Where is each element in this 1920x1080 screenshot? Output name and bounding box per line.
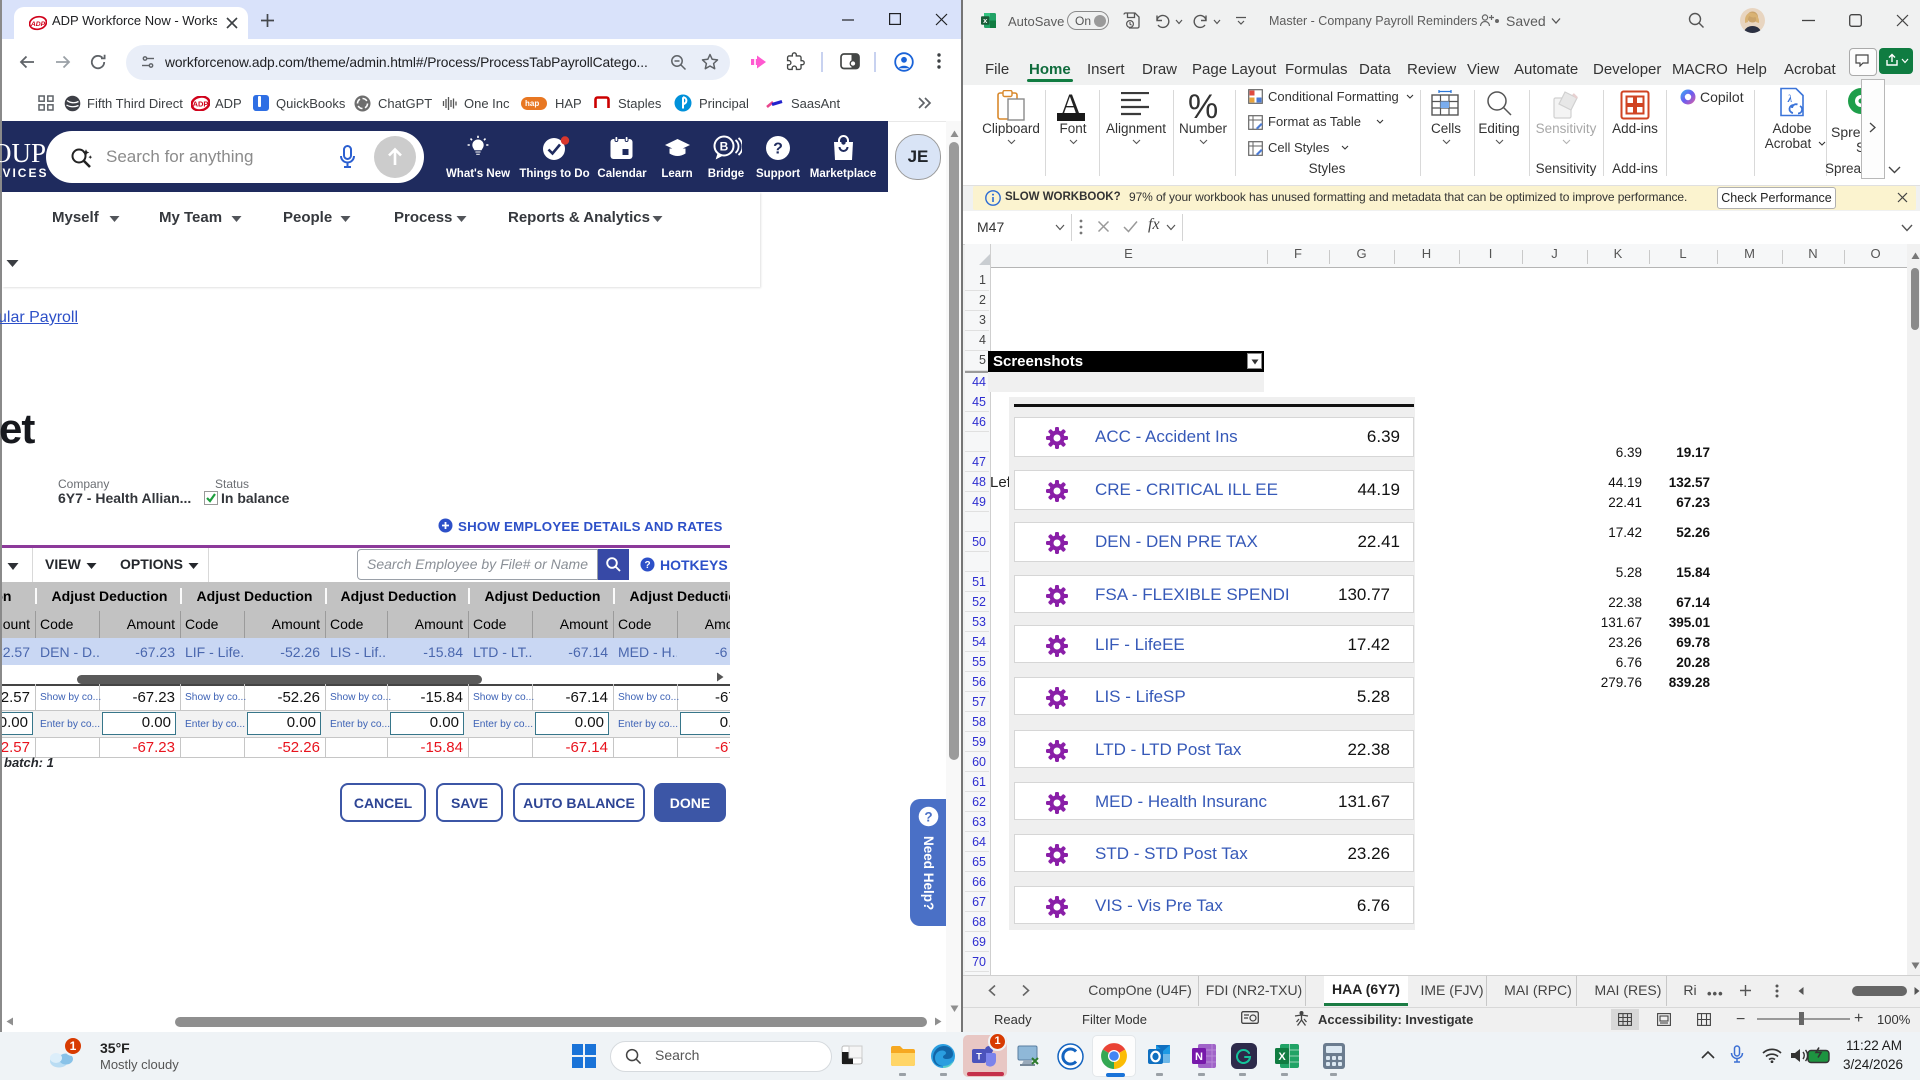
svg-text:λ: λ — [1787, 94, 1793, 105]
svg-text:X: X — [1278, 1051, 1286, 1063]
svg-text:?: ? — [924, 809, 932, 824]
svg-text:ADP: ADP — [30, 21, 46, 28]
svg-text:?: ? — [644, 560, 650, 571]
svg-text:?: ? — [773, 141, 783, 158]
svg-text:T: T — [976, 1052, 982, 1062]
svg-text:B: B — [720, 139, 729, 153]
svg-text:N: N — [1195, 1051, 1203, 1063]
svg-text:ADP: ADP — [193, 100, 209, 109]
